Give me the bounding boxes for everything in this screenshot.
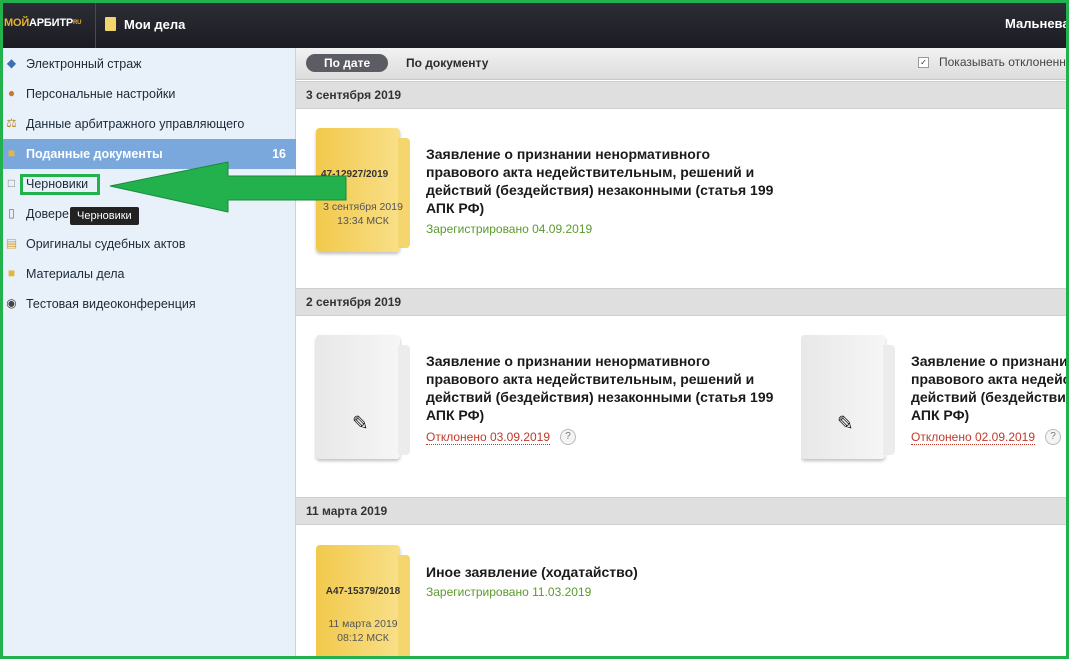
sidebar-item-label: Материалы дела xyxy=(26,267,125,281)
folder-icon xyxy=(105,17,116,31)
document-card[interactable]: ✎ Заявление о признании ненормативного п… xyxy=(316,335,796,465)
date-group-header: 3 сентября 2019 xyxy=(296,81,1069,109)
annotation-arrow-icon xyxy=(109,161,347,213)
sidebar-item-personal-settings[interactable]: ● Персональные настройки xyxy=(0,79,296,109)
case-date: 11 марта 2019 xyxy=(328,618,398,630)
webcam-icon: ◉ xyxy=(6,296,17,310)
logo-part-3: RU xyxy=(72,20,82,26)
case-number: А47-15379/2018 xyxy=(325,586,401,597)
show-rejected-toggle[interactable]: ✓ Показывать отклоненн xyxy=(918,55,1066,69)
sidebar-item-electronic-guard[interactable]: ◆ Электронный страж xyxy=(0,49,296,79)
document-status: Зарегистрировано 04.09.2019 xyxy=(426,222,593,236)
document-title[interactable]: Заявление о признании ненормативного пра… xyxy=(911,352,1069,424)
pencil-icon: ✎ xyxy=(352,413,369,435)
date-group-header: 11 марта 2019 xyxy=(296,497,1069,525)
drafts-highlight-box xyxy=(20,174,100,195)
sidebar-item-label: Поданные документы xyxy=(26,147,163,161)
case-time: 08:12 МСК xyxy=(337,632,389,644)
document-status[interactable]: Отклонено 03.09.2019 xyxy=(426,430,551,445)
sidebar-item-label: Персональные настройки xyxy=(26,87,176,101)
sidebar-item-label: Данные арбитражного управляющего xyxy=(26,117,245,131)
help-icon[interactable]: ? xyxy=(560,429,576,445)
case-datetime: 11 марта 2019 08:12 МСК xyxy=(320,617,406,645)
logo-part-2: АРБИТР xyxy=(29,17,73,29)
help-icon[interactable]: ? xyxy=(1045,429,1061,445)
sidebar: ◆ Электронный страж ● Персональные настр… xyxy=(0,48,296,659)
folder-icon: ■ xyxy=(7,266,16,280)
document-title[interactable]: Иное заявление (ходатайство) xyxy=(426,563,776,581)
document-card[interactable]: ✎ Заявление о признании ненормативного п… xyxy=(801,335,1069,465)
draft-icon: □ xyxy=(7,176,16,190)
show-rejected-label: Показывать отклоненн xyxy=(939,55,1066,69)
date-group-label: 11 марта 2019 xyxy=(306,504,388,518)
sidebar-item-arbitration-manager[interactable]: ⚖ Данные арбитражного управляющего xyxy=(0,109,296,139)
doc-icon: ▯ xyxy=(8,206,15,220)
filter-bar: По дате По документу ✓ Показывать отклон… xyxy=(296,48,1069,80)
draft-folder-icon[interactable]: ✎ xyxy=(801,335,895,463)
document-folder-icon[interactable]: А47-15379/2018 11 марта 2019 08:12 МСК xyxy=(316,545,410,659)
archive-icon: ▤ xyxy=(5,236,18,250)
user-name[interactable]: Мальнева xyxy=(1005,0,1069,48)
sidebar-item-label: Довере xyxy=(26,207,69,221)
scales-icon: ⚖ xyxy=(6,116,17,130)
sidebar-item-case-materials[interactable]: ■ Материалы дела xyxy=(0,259,296,289)
logo[interactable]: МОЙАРБИТРRU xyxy=(4,10,92,36)
shield-icon: ◆ xyxy=(6,56,17,70)
date-group-label: 2 сентября 2019 xyxy=(306,295,402,309)
my-cases-link[interactable]: Мои дела xyxy=(105,0,185,48)
sidebar-item-label: Электронный страж xyxy=(26,57,142,71)
document-title[interactable]: Заявление о признании ненормативного пра… xyxy=(426,352,776,424)
checkbox-icon[interactable]: ✓ xyxy=(918,56,929,68)
document-card[interactable]: А47-12927/2019 3 сентября 2019 13:34 МСК… xyxy=(316,128,796,258)
document-title[interactable]: Заявление о признании ненормативного пра… xyxy=(426,145,776,217)
logo-part-1: МОЙ xyxy=(4,17,30,29)
top-separator xyxy=(95,0,96,48)
document-card[interactable]: А47-15379/2018 11 марта 2019 08:12 МСК И… xyxy=(316,545,796,659)
sort-by-document-button[interactable]: По документу xyxy=(406,54,488,72)
draft-folder-icon[interactable]: ✎ xyxy=(316,335,410,463)
document-status: Зарегистрировано 11.03.2019 xyxy=(426,585,592,599)
sidebar-item-video-conference[interactable]: ◉ Тестовая видеоконференция xyxy=(0,289,296,319)
date-group-header: 2 сентября 2019 xyxy=(296,288,1069,316)
sidebar-item-court-acts[interactable]: ▤ Оригиналы судебных актов xyxy=(0,229,296,259)
pencil-icon: ✎ xyxy=(837,413,854,435)
date-group-label: 3 сентября 2019 xyxy=(306,88,402,102)
inbox-icon: ■ xyxy=(7,146,16,160)
user-icon: ● xyxy=(7,86,16,100)
top-bar: МОЙАРБИТРRU Мои дела Мальнева xyxy=(0,0,1069,48)
document-status[interactable]: Отклонено 02.09.2019 xyxy=(911,430,1036,445)
sidebar-item-label: Тестовая видеоконференция xyxy=(26,297,196,311)
sort-by-date-button[interactable]: По дате xyxy=(306,54,389,72)
sidebar-item-label: Оригиналы судебных актов xyxy=(26,237,186,251)
my-cases-label: Мои дела xyxy=(124,16,186,32)
